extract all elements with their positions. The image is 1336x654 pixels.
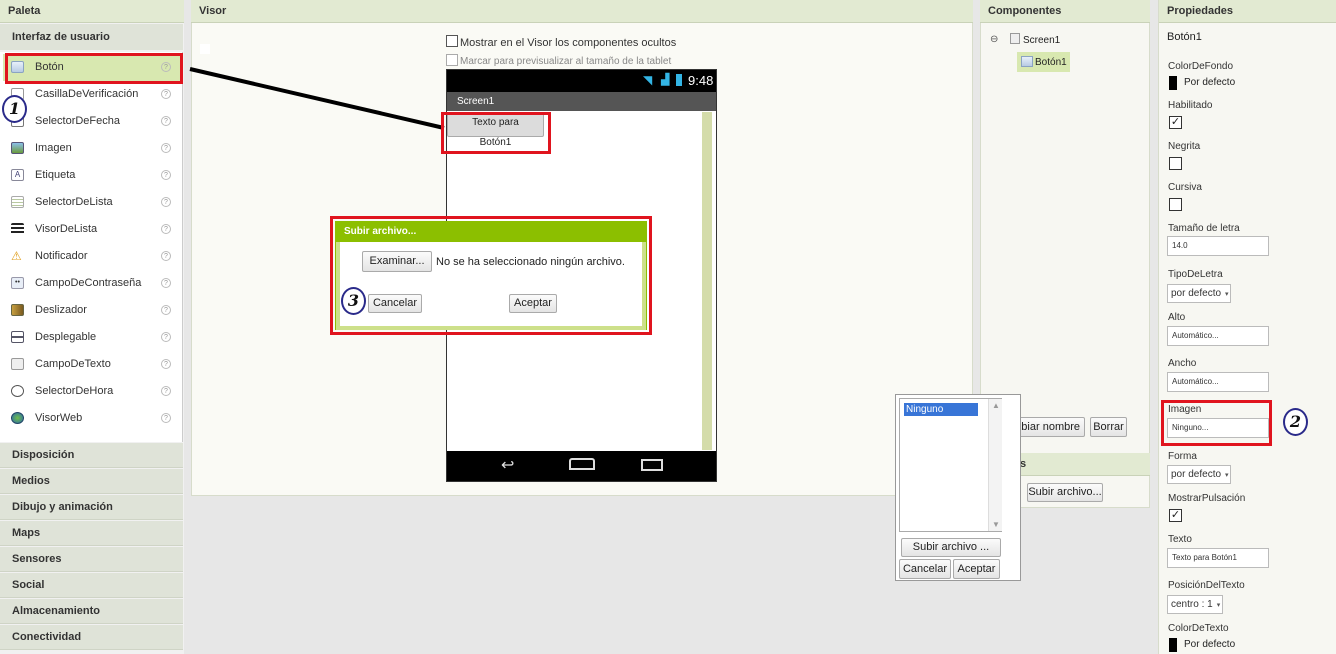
connector-line [189, 67, 445, 130]
highlight-upload-dialog [330, 216, 652, 335]
highlight-preview-button [441, 112, 551, 154]
step-marker-1: 1 [2, 95, 27, 123]
step-marker-2: 2 [1283, 408, 1308, 436]
annotation-connector [189, 67, 445, 130]
step-marker-3: 3 [341, 287, 366, 315]
highlight-palette-button [5, 53, 183, 84]
highlight-image-property [1161, 400, 1272, 446]
